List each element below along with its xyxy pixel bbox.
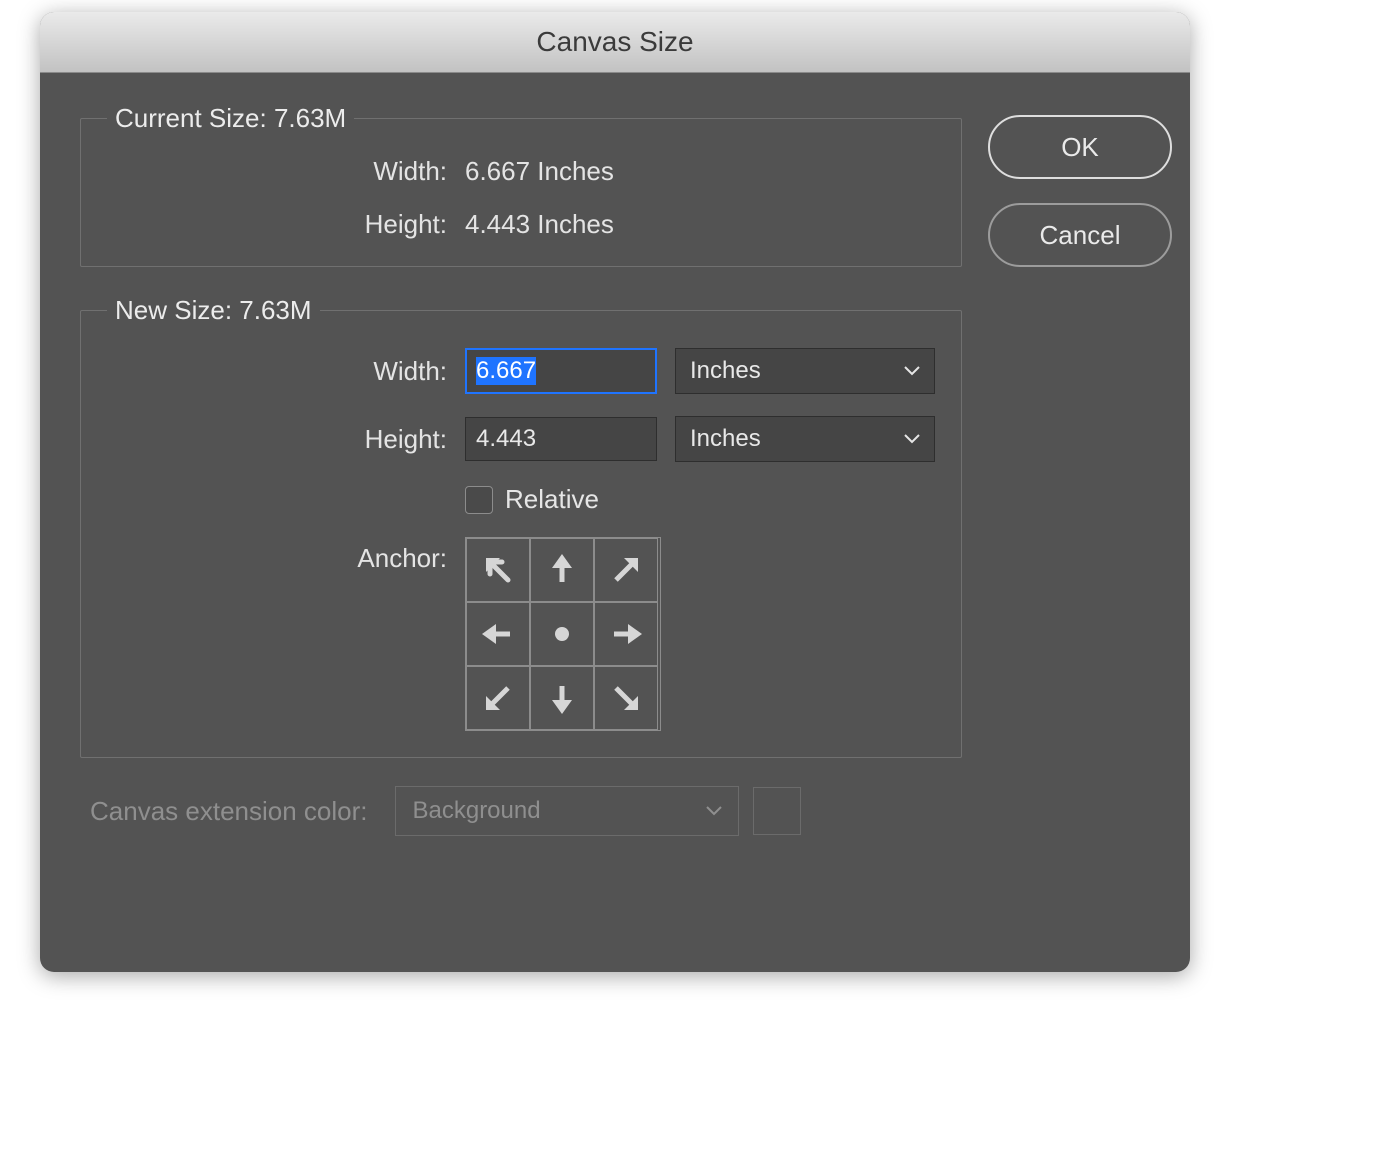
current-height-value: 4.443 Inches <box>465 209 614 240</box>
anchor-grid <box>465 537 661 731</box>
chevron-down-icon <box>904 366 920 376</box>
anchor-e[interactable] <box>594 602 658 666</box>
anchor-n[interactable] <box>530 538 594 602</box>
dialog-title: Canvas Size <box>536 26 693 58</box>
dialog-titlebar: Canvas Size <box>40 12 1190 73</box>
cancel-button-label: Cancel <box>1040 220 1121 251</box>
anchor-se[interactable] <box>594 666 658 730</box>
new-height-label: Height: <box>107 424 465 455</box>
anchor-sw[interactable] <box>466 666 530 730</box>
ok-button-label: OK <box>1061 132 1099 163</box>
current-width-value: 6.667 Inches <box>465 156 614 187</box>
new-width-unit-value: Inches <box>690 357 761 385</box>
extension-color-swatch <box>753 787 801 835</box>
extension-color-select: Background <box>395 786 739 836</box>
new-width-input[interactable] <box>465 348 657 394</box>
new-size-legend: New Size: 7.63M <box>107 295 320 326</box>
anchor-label: Anchor: <box>107 537 465 574</box>
relative-checkbox[interactable] <box>465 486 493 514</box>
anchor-nw[interactable] <box>466 538 530 602</box>
new-width-unit-select[interactable]: Inches <box>675 348 935 394</box>
new-height-input[interactable] <box>465 417 657 461</box>
canvas-size-dialog: Canvas Size Current Size: 7.63M Width: 6… <box>40 12 1190 972</box>
current-height-label: Height: <box>107 209 465 240</box>
anchor-ne[interactable] <box>594 538 658 602</box>
ok-button[interactable]: OK <box>988 115 1172 179</box>
new-size-group: New Size: 7.63M Width: Inches <box>80 295 962 758</box>
extension-row: Canvas extension color: Background <box>80 786 962 836</box>
chevron-down-icon <box>904 434 920 444</box>
new-width-label: Width: <box>107 356 465 387</box>
new-height-unit-value: Inches <box>690 425 761 453</box>
new-height-unit-select[interactable]: Inches <box>675 416 935 462</box>
current-size-legend: Current Size: 7.63M <box>107 103 354 134</box>
current-width-label: Width: <box>107 156 465 187</box>
anchor-s[interactable] <box>530 666 594 730</box>
current-size-group: Current Size: 7.63M Width: 6.667 Inches … <box>80 103 962 267</box>
relative-label: Relative <box>505 484 599 515</box>
anchor-w[interactable] <box>466 602 530 666</box>
extension-color-label: Canvas extension color: <box>90 796 367 827</box>
chevron-down-icon <box>706 806 722 816</box>
anchor-center[interactable] <box>530 602 594 666</box>
cancel-button[interactable]: Cancel <box>988 203 1172 267</box>
extension-color-value: Background <box>412 797 540 825</box>
